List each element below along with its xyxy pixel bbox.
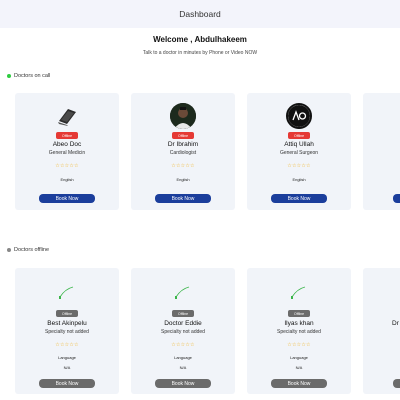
status-badge: Offline	[56, 310, 78, 317]
section-label: Doctors offline	[14, 247, 50, 253]
doctor-card[interactable]: Offline Doctor Eddie Specialty not added…	[131, 268, 235, 394]
doctor-card-partial[interactable]	[363, 93, 400, 210]
book-now-button[interactable]: Book Now	[39, 194, 95, 203]
doctor-language: N/A	[295, 365, 303, 370]
doctor-specialty: Specialty not added	[277, 329, 321, 335]
logo-icon	[288, 105, 310, 127]
doctor-name-partial: Dr	[392, 320, 399, 327]
status-badge: Offline	[288, 310, 310, 317]
status-badge: Offline	[288, 132, 310, 139]
doctor-specialty: General Surgeon	[279, 150, 319, 156]
book-now-button[interactable]: Book Now	[271, 194, 327, 203]
doctor-name: Doctor Eddie	[164, 320, 202, 327]
doctor-language: N/A	[179, 365, 187, 370]
section-label: Doctors on call	[14, 73, 51, 79]
top-bar: Dashboard	[0, 0, 400, 28]
doctor-specialty: General Medicin	[48, 150, 86, 156]
language-label: Language	[174, 355, 192, 360]
language-label: Language	[290, 355, 308, 360]
doctor-name: Ilyas khan	[284, 320, 314, 327]
person-photo-icon	[170, 103, 196, 129]
status-badge: Offline	[56, 132, 78, 139]
book-now-button[interactable]: Book Now	[155, 194, 211, 203]
doctor-language: English	[176, 177, 190, 182]
rating-stars: ☆☆☆☆☆	[171, 342, 195, 348]
doctor-specialty: Specialty not added	[161, 329, 205, 335]
doctor-specialty: Specialty not added	[45, 329, 89, 335]
rating-stars: ☆☆☆☆☆	[171, 163, 195, 169]
status-badge: Offline	[172, 132, 194, 139]
online-dot-icon	[7, 74, 11, 78]
doctor-card[interactable]: Offline Attiq Ullah General Surgeon ☆☆☆☆…	[247, 93, 351, 210]
doctor-specialty: Cardiologist	[169, 150, 197, 156]
rating-stars: ☆☆☆☆☆	[55, 163, 79, 169]
doctor-language: English	[292, 177, 306, 182]
section-doctors-offline: Doctors offline	[7, 247, 49, 253]
doctor-card[interactable]: Offline Ilyas khan Specialty not added ☆…	[247, 268, 351, 394]
book-now-button-partial[interactable]	[393, 379, 400, 388]
doctor-language: English	[60, 177, 74, 182]
doctor-name: Dr Ibrahim	[167, 141, 199, 148]
rating-stars: ☆☆☆☆☆	[287, 342, 311, 348]
doctor-card[interactable]: Offline Best Akinpelu Specialty not adde…	[15, 268, 119, 394]
avatar-placeholder-icon	[170, 280, 196, 306]
welcome-subtitle: Talk to a doctor in minutes by Phone or …	[142, 50, 258, 56]
language-label: Language	[58, 355, 76, 360]
avatar	[54, 103, 80, 129]
section-doctors-on-call: Doctors on call	[7, 73, 50, 79]
rating-stars: ☆☆☆☆☆	[55, 342, 79, 348]
page-title: Dashboard	[179, 9, 221, 19]
avatar	[170, 103, 196, 129]
book-now-button[interactable]: Book Now	[155, 379, 211, 388]
offline-dot-icon	[7, 248, 11, 252]
book-now-button[interactable]: Book Now	[39, 379, 95, 388]
laptop-icon	[58, 109, 76, 126]
doctor-name: Best Akinpelu	[47, 320, 87, 327]
book-now-button-partial[interactable]	[393, 194, 400, 203]
avatar-placeholder-icon	[54, 280, 80, 306]
avatar	[286, 103, 312, 129]
status-badge: Offline	[172, 310, 194, 317]
welcome-heading: Welcome , Abdulhakeem	[153, 35, 247, 44]
doctor-card[interactable]: Offline Abeo Doc General Medicin ☆☆☆☆☆ E…	[15, 93, 119, 210]
doctor-name: Abeo Doc	[52, 141, 82, 148]
doctor-card-partial[interactable]: Dr	[363, 268, 400, 394]
rating-stars: ☆☆☆☆☆	[287, 163, 311, 169]
avatar-placeholder-icon	[286, 280, 312, 306]
doctor-card[interactable]: Offline Dr Ibrahim Cardiologist ☆☆☆☆☆ En…	[131, 93, 235, 210]
doctor-language: N/A	[63, 365, 71, 370]
doctor-name: Attiq Ullah	[284, 141, 314, 148]
book-now-button[interactable]: Book Now	[271, 379, 327, 388]
